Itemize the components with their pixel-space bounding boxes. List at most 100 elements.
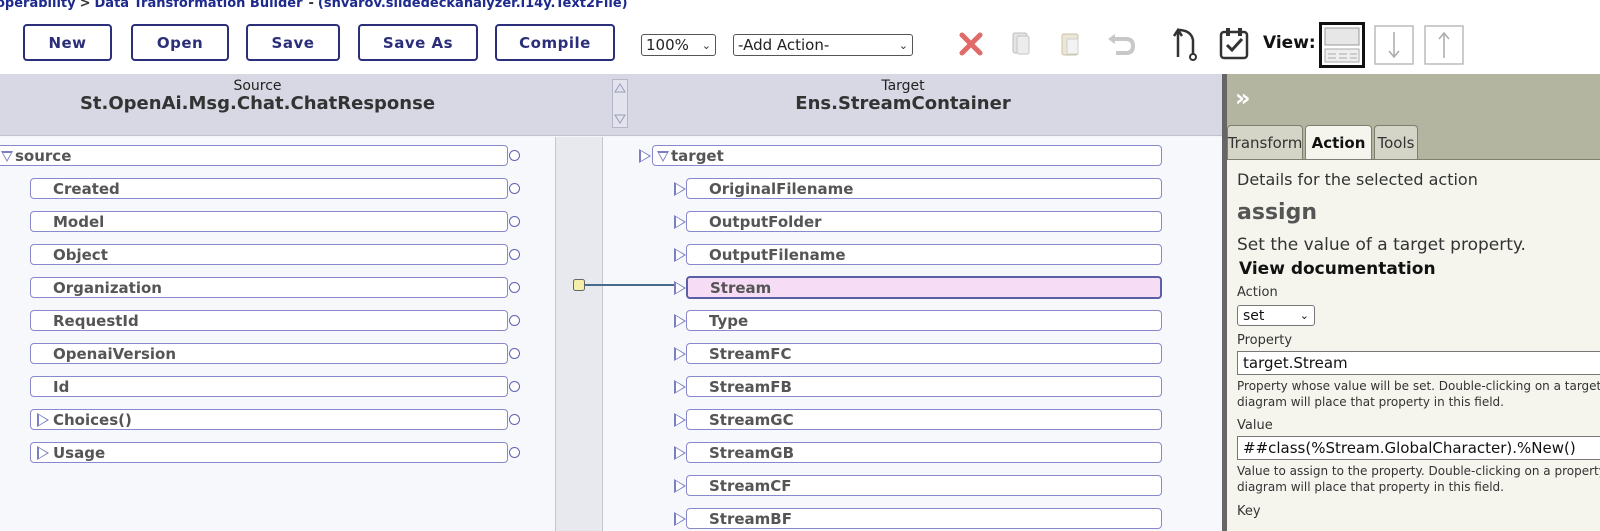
breadcrumb-part-dtl-builder[interactable]: Data Transformation Builder: [95, 0, 303, 11]
target-field-streamgb[interactable]: StreamGB: [686, 442, 1162, 463]
field-label: OutputFolder: [709, 212, 822, 231]
source-port[interactable]: [509, 150, 520, 161]
tab-transform[interactable]: Transform: [1227, 125, 1303, 159]
view-horizontal-button[interactable]: [1319, 22, 1365, 68]
connector-gutter: [555, 137, 603, 531]
assign-connector[interactable]: [573, 277, 679, 291]
target-input-triangle-icon[interactable]: [674, 479, 686, 493]
source-class-name: St.OpenAi.Msg.Chat.ChatResponse: [79, 93, 436, 114]
source-port[interactable]: [509, 348, 520, 359]
target-field-streamfc[interactable]: StreamFC: [686, 343, 1162, 364]
target-input-triangle-icon[interactable]: [674, 314, 686, 328]
properties-panel: » Transform Action Tools Details for the…: [1227, 74, 1600, 531]
save-button[interactable]: Save: [246, 24, 340, 61]
checklist-icon[interactable]: [1216, 26, 1252, 62]
source-field-id[interactable]: Id: [30, 376, 508, 397]
source-field-model[interactable]: Model: [30, 211, 508, 232]
action-details: Details for the selected action assign S…: [1227, 159, 1600, 531]
target-field-streamgc[interactable]: StreamGC: [686, 409, 1162, 430]
target-input-triangle-icon[interactable]: [674, 347, 686, 361]
source-field-openaiversion[interactable]: OpenaiVersion: [30, 343, 508, 364]
source-port[interactable]: [509, 282, 520, 293]
tab-action[interactable]: Action: [1305, 125, 1372, 160]
target-input-triangle-icon[interactable]: [674, 215, 686, 229]
field-label: Object: [53, 245, 108, 264]
delete-icon[interactable]: [953, 26, 989, 62]
view-down-button[interactable]: [1371, 22, 1417, 65]
field-label: OriginalFilename: [709, 179, 854, 198]
source-field-usage[interactable]: Usage: [30, 442, 508, 463]
add-action-select[interactable]: -Add Action- ⌄: [733, 34, 913, 56]
expanded-triangle-icon[interactable]: [657, 151, 669, 162]
field-label: StreamFC: [709, 344, 792, 363]
action-description: Set the value of a target property.: [1237, 235, 1526, 255]
source-port[interactable]: [509, 249, 520, 260]
property-input[interactable]: target.Stream: [1237, 351, 1600, 375]
target-input-triangle-icon[interactable]: [674, 512, 686, 526]
property-help-line-1: Property whose value will be set. Double…: [1237, 379, 1600, 393]
chevron-down-icon: ⌄: [701, 38, 711, 52]
target-field-streamfb[interactable]: StreamFB: [686, 376, 1162, 397]
breadcrumb: operability > Data Transformation Builder -…: [0, 0, 628, 12]
target-field-streambf[interactable]: StreamBF: [686, 508, 1162, 529]
source-field-created[interactable]: Created: [30, 178, 508, 199]
target-input-triangle-icon[interactable]: [674, 413, 686, 427]
swap-icon[interactable]: [1168, 26, 1204, 62]
action-select[interactable]: set ⌄: [1237, 305, 1315, 326]
target-field-stream[interactable]: Stream: [686, 276, 1162, 299]
zoom-select[interactable]: 100% ⌄: [641, 34, 716, 56]
target-input-triangle-icon[interactable]: [674, 182, 686, 196]
target-input-triangle-icon[interactable]: [674, 281, 686, 295]
add-action-value: -Add Action-: [738, 36, 830, 54]
breadcrumb-part-interoperability[interactable]: operability: [0, 0, 76, 11]
target-field-streamcf[interactable]: StreamCF: [686, 475, 1162, 496]
source-port[interactable]: [509, 447, 520, 458]
target-input-triangle-icon[interactable]: [674, 380, 686, 394]
breadcrumb-arrow: >: [79, 0, 91, 11]
source-field-object[interactable]: Object: [30, 244, 508, 265]
source-port[interactable]: [509, 216, 520, 227]
scroll-arrows[interactable]: [612, 79, 628, 128]
open-button[interactable]: Open: [131, 24, 229, 61]
source-root-node[interactable]: source: [0, 145, 508, 166]
target-input-triangle-icon[interactable]: [674, 248, 686, 262]
collapsed-triangle-icon[interactable]: [37, 446, 49, 460]
expanded-triangle-icon[interactable]: [1, 151, 13, 162]
source-port[interactable]: [509, 381, 520, 392]
source-field-choices[interactable]: Choices(): [30, 409, 508, 430]
new-button[interactable]: New: [23, 24, 112, 61]
breadcrumb-class-name: (shvarov.slidedeckanalyzer.i14y.Text2Fil…: [317, 0, 628, 11]
action-field-label: Action: [1237, 285, 1278, 300]
compile-button[interactable]: Compile: [495, 24, 615, 61]
source-field-organization[interactable]: Organization: [30, 277, 508, 298]
target-caption: Target: [881, 78, 925, 94]
collapsed-triangle-icon[interactable]: [37, 413, 49, 427]
target-input-triangle-icon[interactable]: [639, 149, 651, 163]
source-port[interactable]: [509, 315, 520, 326]
view-documentation-link[interactable]: View documentation: [1239, 259, 1436, 279]
source-port[interactable]: [509, 414, 520, 425]
collapse-panel-icon[interactable]: »: [1235, 84, 1251, 112]
chevron-down-icon: ⌄: [1299, 309, 1309, 322]
mapping-canvas[interactable]: Source St.OpenAi.Msg.Chat.ChatResponse T…: [0, 74, 1222, 531]
copy-icon[interactable]: [1003, 26, 1039, 62]
save-as-button[interactable]: Save As: [358, 24, 478, 61]
target-root-node[interactable]: target: [652, 145, 1162, 166]
target-input-triangle-icon[interactable]: [674, 446, 686, 460]
view-up-button[interactable]: [1421, 22, 1467, 65]
undo-icon[interactable]: [1103, 26, 1139, 62]
source-field-requestid[interactable]: RequestId: [30, 310, 508, 331]
value-help-line-2: diagram will place that property in this…: [1237, 480, 1504, 494]
source-port[interactable]: [509, 183, 520, 194]
tab-tools[interactable]: Tools: [1374, 125, 1418, 159]
paste-icon[interactable]: [1053, 26, 1089, 62]
target-field-outputfilename[interactable]: OutputFilename: [686, 244, 1162, 265]
details-heading: Details for the selected action: [1237, 170, 1478, 189]
target-field-type[interactable]: Type: [686, 310, 1162, 331]
property-field-label: Property: [1237, 333, 1293, 348]
value-input[interactable]: ##class(%Stream.GlobalCharacter).%New(): [1237, 436, 1600, 460]
target-field-outputfolder[interactable]: OutputFolder: [686, 211, 1162, 232]
action-name: assign: [1237, 200, 1317, 225]
target-root-label: target: [671, 146, 724, 165]
target-field-originalfilename[interactable]: OriginalFilename: [686, 178, 1162, 199]
